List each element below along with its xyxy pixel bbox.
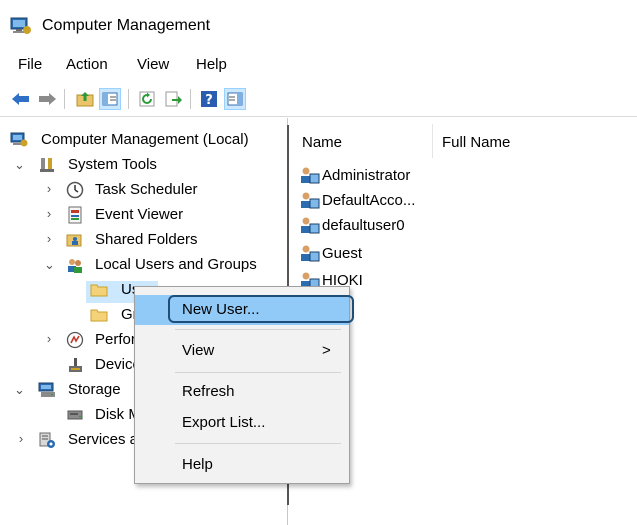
folder-icon	[90, 309, 108, 322]
folder-icon	[90, 284, 108, 297]
list-item[interactable]: defaultuser0	[300, 214, 405, 236]
list-item[interactable]: Guest	[300, 242, 362, 264]
user-icon	[301, 167, 320, 184]
menu-file[interactable]: File	[18, 56, 42, 73]
chevron-right-icon[interactable]: ›	[44, 332, 54, 345]
user-name: Administrator	[322, 166, 411, 184]
chevron-right-icon[interactable]: ›	[16, 432, 26, 445]
export-list-button[interactable]	[162, 88, 184, 110]
show-hide-tree-button[interactable]	[99, 88, 121, 110]
tree-item-event-viewer[interactable]: › Event Viewer	[0, 203, 287, 227]
tree-item-shared-folders[interactable]: › Shared Folders	[0, 228, 287, 252]
tree-label-event-viewer: Event Viewer	[95, 206, 184, 223]
computer-management-icon	[10, 132, 28, 147]
disk-management-icon	[67, 410, 83, 420]
context-menu-view[interactable]: View >	[135, 336, 349, 366]
title-bar: Computer Management	[0, 0, 637, 46]
menu-separator	[175, 329, 341, 330]
toolbar: ?	[0, 82, 637, 117]
chevron-down-icon[interactable]: ⌄	[14, 158, 25, 171]
performance-icon	[66, 331, 84, 349]
menu-view[interactable]: View	[137, 56, 169, 73]
svg-text:?: ?	[205, 93, 213, 108]
list-item[interactable]: DefaultAcco...	[300, 189, 415, 211]
tree-label-storage: Storage	[68, 381, 121, 398]
user-icon	[301, 192, 320, 209]
tree-item-task-scheduler[interactable]: › Task Scheduler	[0, 178, 287, 202]
refresh-icon	[139, 91, 155, 107]
chevron-down-icon[interactable]: ⌄	[14, 383, 25, 396]
clock-icon	[66, 181, 84, 199]
column-separator[interactable]	[432, 124, 433, 158]
tree-label-root: Computer Management (Local)	[41, 131, 249, 148]
computer-management-window: Computer Management File Action View Hel…	[0, 0, 637, 525]
forward-button[interactable]	[36, 88, 58, 110]
toolbar-separator	[64, 89, 65, 109]
refresh-label: Refresh	[182, 383, 235, 400]
tree-label-local-users-groups: Local Users and Groups	[95, 256, 257, 273]
services-icon	[39, 432, 55, 448]
window-title: Computer Management	[42, 17, 211, 34]
user-name: Guest	[322, 244, 363, 262]
tree-item-local-users-groups[interactable]: ⌄ Local Users and Groups	[0, 253, 287, 277]
shared-folder-icon	[66, 234, 82, 247]
column-header-name[interactable]: Name	[302, 134, 342, 151]
user-icon	[301, 217, 320, 234]
context-menu-export-list[interactable]: Export List...	[135, 408, 349, 438]
menu-separator	[175, 443, 341, 444]
help-label: Help	[182, 456, 213, 473]
chevron-right-icon[interactable]: ›	[44, 207, 54, 220]
view-label: View	[182, 342, 215, 359]
refresh-button[interactable]	[136, 88, 158, 110]
chevron-right-icon[interactable]: ›	[44, 182, 54, 195]
users-group-icon	[68, 259, 82, 273]
show-hide-action-pane-button[interactable]	[224, 88, 246, 110]
show-hide-action-pane-icon	[227, 92, 243, 106]
menu-bar: File Action View Help	[0, 53, 637, 79]
toolbar-separator	[190, 89, 191, 109]
toolbar-separator	[128, 89, 129, 109]
back-arrow-icon	[12, 93, 29, 105]
context-menu-refresh[interactable]: Refresh	[135, 377, 349, 407]
context-menu-help[interactable]: Help	[135, 450, 349, 480]
column-header-full-name[interactable]: Full Name	[442, 134, 510, 151]
computer-management-icon	[10, 17, 31, 34]
chevron-down-icon[interactable]: ⌄	[44, 258, 55, 271]
tree-label-task-scheduler: Task Scheduler	[95, 181, 198, 198]
menu-help[interactable]: Help	[196, 56, 227, 73]
forward-arrow-icon	[39, 93, 56, 105]
tree-label-system-tools: System Tools	[68, 156, 157, 173]
back-button[interactable]	[10, 88, 32, 110]
export-list-icon	[165, 91, 182, 107]
menu-separator	[175, 372, 341, 373]
new-user-callout-outline	[168, 295, 354, 323]
help-icon: ?	[201, 91, 217, 108]
device-manager-icon	[69, 358, 82, 372]
user-name: DefaultAcco...	[322, 191, 416, 209]
up-folder-icon	[76, 92, 94, 107]
tree-label-shared-folders: Shared Folders	[95, 231, 198, 248]
event-viewer-icon	[68, 206, 82, 224]
tree-item-system-tools[interactable]: ⌄ System Tools	[0, 153, 287, 177]
export-list-label: Export List...	[182, 414, 266, 431]
system-tools-icon	[40, 158, 54, 172]
chevron-right-icon[interactable]: ›	[44, 232, 54, 245]
user-icon	[301, 245, 320, 262]
show-hide-tree-icon	[102, 92, 118, 106]
storage-icon	[38, 382, 55, 397]
user-name: defaultuser0	[322, 216, 405, 234]
tree-item-root[interactable]: Computer Management (Local)	[0, 128, 287, 152]
list-item[interactable]: Administrator	[300, 164, 410, 186]
up-level-button[interactable]	[74, 88, 96, 110]
menu-action[interactable]: Action	[66, 56, 108, 73]
submenu-arrow-icon: >	[322, 342, 331, 359]
help-button[interactable]: ?	[198, 88, 220, 110]
